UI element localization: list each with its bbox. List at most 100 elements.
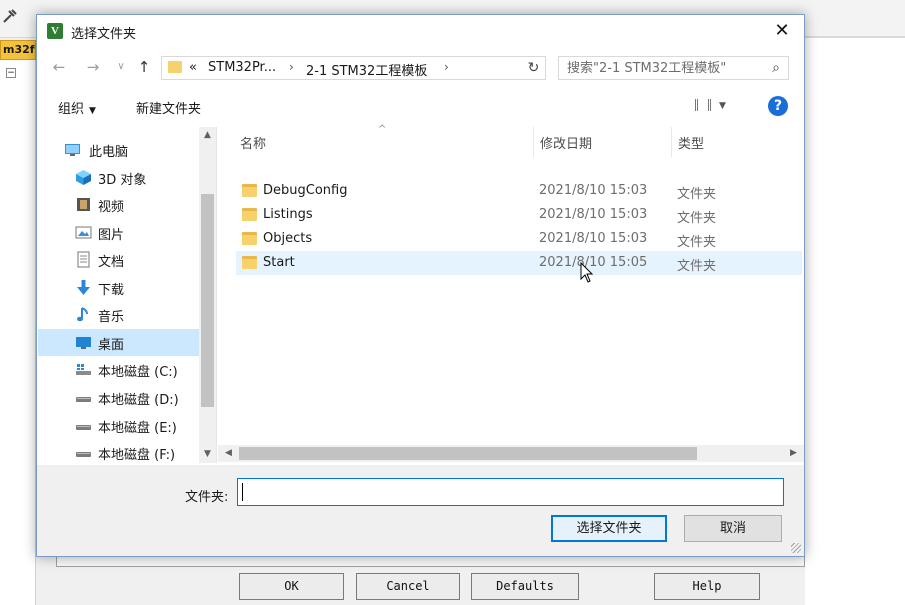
nav-item-pictures[interactable]: 图片 <box>38 219 199 246</box>
column-header-type[interactable]: 类型 <box>678 133 704 152</box>
nav-item-music[interactable]: 音乐 <box>38 301 199 328</box>
breadcrumb-separator-icon[interactable]: › <box>444 60 449 74</box>
nav-item-videos[interactable]: 视频 <box>38 191 199 218</box>
fold-toggle-icon[interactable]: − <box>6 68 16 78</box>
breadcrumb-separator-icon[interactable]: › <box>289 60 294 74</box>
folder-name-input[interactable] <box>237 478 784 506</box>
background-editor-tab[interactable]: m32f1 <box>0 40 36 60</box>
dialog-titlebar[interactable]: V 选择文件夹 ✕ <box>37 15 804 47</box>
folder-name-label: 文件夹: <box>185 490 229 505</box>
file-list: ^ 名称 修改日期 类型 DebugConfig 2021/8/10 15:03… <box>218 124 804 445</box>
nav-item-label: 本地磁盘 (E:) <box>98 421 177 436</box>
breadcrumb-current-folder[interactable]: 2-1 STM32工程模板 <box>306 60 427 79</box>
navigation-bar: ← → ∨ ↑ « STM32Pr... › 2-1 STM32工程模板 › ↻… <box>37 51 804 85</box>
background-cancel-button[interactable]: Cancel <box>356 573 460 600</box>
refresh-button[interactable]: ↻ <box>522 56 546 80</box>
column-divider[interactable] <box>671 127 672 157</box>
scroll-right-icon[interactable]: ▶ <box>785 445 802 462</box>
nav-item-label: 本地磁盘 (F:) <box>98 448 176 463</box>
nav-item-label: 此电脑 <box>89 145 129 160</box>
pictures-icon <box>75 224 92 241</box>
nav-item-3d-objects[interactable]: 3D 对象 <box>38 164 199 191</box>
file-name: Start <box>263 255 295 270</box>
address-bar[interactable]: « STM32Pr... › 2-1 STM32工程模板 › <box>161 56 546 80</box>
scroll-down-icon[interactable]: ▼ <box>199 446 216 463</box>
nav-item-label: 文档 <box>98 255 125 270</box>
file-date: 2021/8/10 15:03 <box>539 207 648 222</box>
folder-icon <box>242 232 257 245</box>
nav-item-drive-c[interactable]: 本地磁盘 (C:) <box>38 356 199 383</box>
sort-ascending-icon: ^ <box>378 124 387 135</box>
background-defaults-button[interactable]: Defaults <box>471 573 579 600</box>
command-bar: 组织 ▼ 新建文件夹 ▼ ? <box>37 91 804 123</box>
organize-button[interactable]: 组织 ▼ <box>58 98 96 117</box>
file-type: 文件夹 <box>677 187 717 202</box>
folder-icon <box>242 208 257 221</box>
download-icon <box>75 279 92 296</box>
file-type: 文件夹 <box>677 211 717 226</box>
music-icon <box>75 306 92 323</box>
resize-grip-icon[interactable] <box>791 543 801 553</box>
dialog-title: 选择文件夹 <box>71 27 137 42</box>
file-list-horizontal-scrollbar[interactable]: ◀ ▶ <box>218 445 804 462</box>
nav-item-this-pc[interactable]: 此电脑 <box>38 136 199 163</box>
scrollbar-thumb[interactable] <box>201 194 214 407</box>
file-row[interactable]: Listings 2021/8/10 15:03 文件夹 <box>236 203 802 227</box>
help-button[interactable]: ? <box>768 96 788 116</box>
nav-item-downloads[interactable]: 下载 <box>38 274 199 301</box>
folder-icon <box>242 184 257 197</box>
nav-item-drive-f[interactable]: 本地磁盘 (F:) <box>38 439 199 463</box>
documents-icon <box>75 251 92 268</box>
nav-item-desktop[interactable]: 桌面 <box>38 329 199 356</box>
select-folder-dialog: V 选择文件夹 ✕ ← → ∨ ↑ « STM32Pr... › 2-1 STM… <box>36 14 805 557</box>
text-caret <box>242 483 243 501</box>
desktop-icon <box>75 334 92 351</box>
up-button[interactable]: ↑ <box>134 57 154 77</box>
background-ok-button[interactable]: OK <box>239 573 344 600</box>
drive-icon <box>75 389 92 406</box>
nav-item-drive-e[interactable]: 本地磁盘 (E:) <box>38 412 199 439</box>
close-button[interactable]: ✕ <box>760 15 804 47</box>
nav-item-label: 图片 <box>98 228 125 243</box>
organize-label: 组织 <box>58 102 85 117</box>
nav-item-label: 视频 <box>98 200 125 215</box>
search-input[interactable] <box>567 60 763 76</box>
navigation-pane: 此电脑 3D 对象 视频 图片 文档 下载 音乐 桌面 本地磁盘 (C:) 本地… <box>38 127 217 463</box>
back-button[interactable]: ← <box>49 57 69 77</box>
nav-item-drive-d[interactable]: 本地磁盘 (D:) <box>38 384 199 411</box>
nav-item-documents[interactable]: 文档 <box>38 246 199 273</box>
file-row[interactable]: Objects 2021/8/10 15:03 文件夹 <box>236 227 802 251</box>
change-view-button[interactable]: ▼ <box>695 98 737 116</box>
column-header-name[interactable]: 名称 <box>240 133 266 152</box>
scrollbar-thumb[interactable] <box>239 447 697 460</box>
file-row[interactable]: DebugConfig 2021/8/10 15:03 文件夹 <box>236 179 802 203</box>
search-icon[interactable]: ⌕ <box>772 60 780 76</box>
navigation-pane-scrollbar[interactable]: ▲ ▼ <box>199 127 216 463</box>
breadcrumb-overflow[interactable]: « <box>189 60 197 75</box>
column-divider[interactable] <box>533 127 534 157</box>
recent-locations-button[interactable]: ∨ <box>111 57 131 77</box>
forward-button[interactable]: → <box>83 57 103 77</box>
new-folder-button[interactable]: 新建文件夹 <box>136 98 201 117</box>
scroll-up-icon[interactable]: ▲ <box>199 127 216 144</box>
scroll-left-icon[interactable]: ◀ <box>220 445 237 462</box>
3d-objects-icon <box>75 169 92 186</box>
file-name: DebugConfig <box>263 183 348 198</box>
column-header-date-modified[interactable]: 修改日期 <box>540 133 592 152</box>
tools-icon[interactable] <box>2 8 18 24</box>
chevron-down-icon: ▼ <box>719 101 726 111</box>
search-box[interactable]: ⌕ <box>558 56 789 80</box>
drive-icon <box>75 444 92 461</box>
breadcrumb-stm32-projects[interactable]: STM32Pr... <box>208 60 276 75</box>
nav-item-label: 3D 对象 <box>98 173 147 188</box>
cancel-button[interactable]: 取消 <box>684 515 782 542</box>
background-tab-label: m32f1 <box>3 43 35 56</box>
nav-item-label: 音乐 <box>98 310 125 325</box>
select-folder-button[interactable]: 选择文件夹 <box>551 515 667 542</box>
computer-icon <box>64 141 81 158</box>
video-icon <box>75 196 92 213</box>
nav-item-label: 桌面 <box>98 338 125 353</box>
app-icon: V <box>47 23 63 39</box>
file-row[interactable]: Start 2021/8/10 15:05 文件夹 <box>236 251 802 275</box>
background-help-button[interactable]: Help <box>654 573 760 600</box>
